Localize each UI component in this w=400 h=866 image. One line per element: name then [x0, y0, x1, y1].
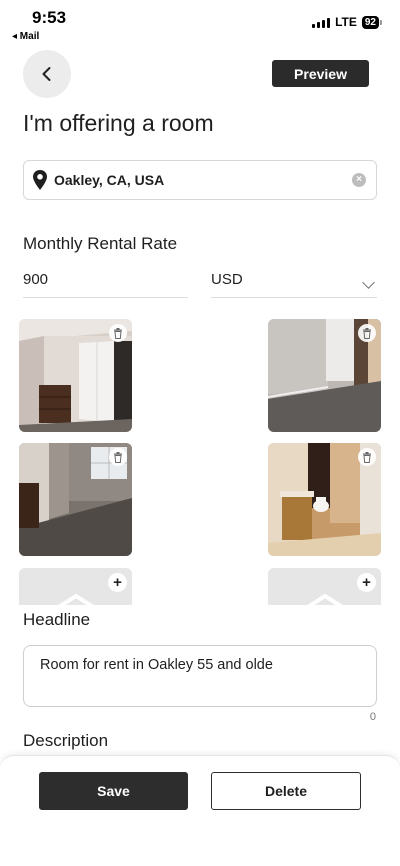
bottom-action-bar: Save Delete — [0, 755, 400, 866]
signal-icon — [312, 17, 331, 28]
photo-bedroom-3[interactable] — [19, 443, 132, 556]
image-placeholder-icon — [58, 593, 94, 605]
battery-level: 92 — [361, 15, 379, 29]
back-to-mail-link[interactable]: ◂ Mail — [12, 31, 39, 42]
rental-rate-label: Monthly Rental Rate — [23, 234, 178, 253]
delete-button[interactable]: Delete — [211, 772, 361, 810]
back-button[interactable] — [23, 50, 71, 98]
headline-input[interactable]: Room for rent in Oakley 55 and olde — [23, 645, 377, 707]
plus-icon: + — [108, 573, 127, 592]
plus-icon: + — [357, 573, 376, 592]
delete-photo-button[interactable] — [358, 324, 376, 342]
headline-label: Headline — [23, 610, 91, 629]
battery-tip — [380, 19, 382, 25]
save-button[interactable]: Save — [39, 772, 188, 810]
currency-select[interactable]: USD — [211, 264, 377, 298]
battery-icon: 92 — [361, 15, 382, 29]
status-bar: 9:53 ◂ Mail LTE 92 — [0, 0, 400, 44]
currency-value: USD — [211, 271, 243, 288]
photo-bathroom-4[interactable] — [268, 443, 381, 556]
location-pin-icon — [33, 170, 47, 190]
location-value: Oakley, CA, USA — [54, 172, 165, 188]
delete-photo-button[interactable] — [109, 448, 127, 466]
photo-room-2[interactable] — [268, 319, 381, 432]
clear-icon[interactable]: × — [352, 173, 366, 187]
chevron-left-icon — [42, 67, 51, 81]
description-label: Description — [23, 731, 109, 750]
rental-amount-input[interactable]: 900 — [23, 264, 188, 298]
trash-icon — [363, 327, 371, 339]
headline-char-count: 0 — [369, 711, 376, 723]
page-title: I'm offering a room — [23, 110, 214, 136]
image-placeholder-icon — [307, 593, 343, 605]
trash-icon — [363, 451, 371, 463]
delete-photo-button[interactable] — [358, 448, 376, 466]
trash-icon — [114, 451, 122, 463]
photo-bedroom-1[interactable] — [19, 319, 132, 432]
status-indicators: LTE 92 — [312, 15, 382, 29]
status-time: 9:53 — [32, 8, 67, 27]
add-photo-slot[interactable]: + — [19, 568, 132, 605]
add-photo-slot[interactable]: + — [268, 568, 381, 605]
delete-photo-button[interactable] — [109, 324, 127, 342]
photo-grid: + + — [0, 318, 400, 605]
location-input[interactable]: Oakley, CA, USA × — [23, 160, 377, 200]
chevron-down-icon — [362, 276, 375, 289]
network-label: LTE — [335, 15, 357, 29]
preview-button[interactable]: Preview — [272, 60, 369, 87]
trash-icon — [114, 327, 122, 339]
